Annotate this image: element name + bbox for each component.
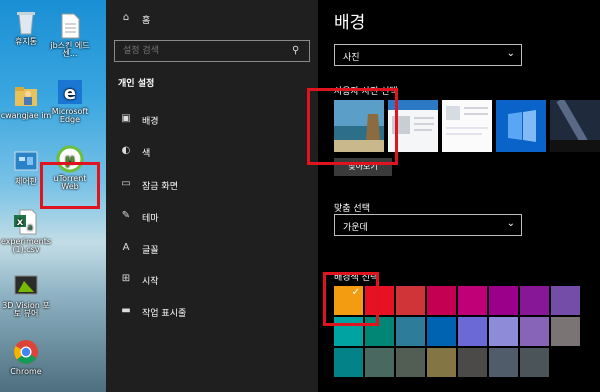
color-swatch[interactable]: [458, 286, 487, 315]
desktop-icon-label: experiments (1).csv: [0, 237, 52, 255]
theme-icon: ✎: [121, 210, 131, 221]
nav-item-start[interactable]: ⊞ 시작: [118, 273, 159, 287]
nav-home[interactable]: ⌂ 홈: [118, 12, 150, 26]
home-icon: ⌂: [122, 12, 130, 23]
color-swatch[interactable]: [520, 317, 549, 346]
svg-text:a: a: [27, 223, 33, 233]
palette-icon: ◐: [121, 145, 131, 156]
nav-item-label: 테마: [142, 213, 159, 224]
svg-text:µ: µ: [65, 153, 75, 168]
color-swatch[interactable]: [551, 348, 580, 377]
desktop-icon-label: 휴지통: [14, 37, 38, 46]
svg-text:x: x: [17, 217, 24, 228]
color-swatch[interactable]: [520, 286, 549, 315]
choose-picture-label: 사용자 사진 선택: [334, 87, 398, 97]
nav-item-taskbar[interactable]: ▬ 작업 표시줄: [118, 305, 186, 319]
color-swatch[interactable]: [365, 286, 394, 315]
lock-screen-icon: ▭: [121, 178, 131, 189]
fit-label: 맞춤 선택: [334, 204, 370, 214]
chevron-down-icon: ⌄: [506, 218, 515, 229]
nav-item-label: 잠금 화면: [142, 181, 178, 192]
color-swatch[interactable]: [334, 317, 363, 346]
desktop-icon-label: 3D Vision 포토 뷰어: [2, 301, 50, 319]
color-swatch[interactable]: [427, 317, 456, 346]
settings-nav: ⌂ 홈 ⚲ 개인 설정 ▣ 배경 ◐ 색 ▭ 잠금 화면 ✎ 테마 A 글꼴 ⊞…: [106, 0, 318, 392]
color-swatch[interactable]: [427, 348, 456, 377]
picture-thumb-2[interactable]: [388, 100, 438, 152]
start-icon: ⊞: [121, 273, 131, 284]
desktop-icon-label: 제어판: [14, 177, 38, 186]
desktop-icon-edge[interactable]: e Microsoft Edge: [44, 78, 96, 125]
desktop-icon-file[interactable]: jb스킨 에드센...: [44, 12, 96, 59]
taskbar-icon: ▬: [121, 305, 131, 316]
3d-vision-icon: [12, 272, 40, 300]
desktop-icon-3d-vision[interactable]: 3D Vision 포토 뷰어: [0, 272, 52, 319]
recycle-bin-icon: [12, 8, 40, 36]
picture-thumb-4[interactable]: [496, 100, 546, 152]
picture-icon: ▣: [121, 113, 131, 124]
color-swatch[interactable]: [489, 348, 518, 377]
nav-item-colors[interactable]: ◐ 색: [118, 145, 151, 159]
picture-thumb-5[interactable]: [550, 100, 600, 152]
color-swatch[interactable]: [520, 348, 549, 377]
color-swatch[interactable]: [365, 348, 394, 377]
nav-section-title: 개인 설정: [118, 79, 155, 89]
nav-item-label: 글꼴: [142, 245, 159, 256]
desktop-icon-label: jb스킨 에드센...: [50, 41, 90, 59]
background-settings-pane: 배경 사진 ⌄ 사용자 사진 선택 찾아보기 맞춤 선택 가운데 ⌄ 배경색 선…: [318, 0, 600, 392]
desktop-icon-excel[interactable]: xa experiments (1).csv: [0, 208, 52, 255]
nav-item-background[interactable]: ▣ 배경: [118, 113, 159, 127]
color-swatch[interactable]: [334, 348, 363, 377]
search-icon[interactable]: ⚲: [292, 45, 304, 57]
desktop-icon-label: Chrome: [10, 367, 42, 376]
color-swatch[interactable]: [551, 286, 580, 315]
color-swatch[interactable]: [427, 286, 456, 315]
search-input[interactable]: [114, 40, 310, 62]
nav-item-label: 작업 표시줄: [142, 308, 187, 319]
desktop-icon-label: uTorrent Web: [53, 174, 87, 192]
color-swatch[interactable]: [396, 286, 425, 315]
file-icon: [56, 12, 84, 40]
utorrent-icon: µ: [56, 145, 84, 173]
color-swatch[interactable]: [365, 317, 394, 346]
excel-icon: xa: [12, 208, 40, 236]
nav-item-label: 시작: [142, 276, 159, 287]
background-color-label: 배경색 선택: [334, 273, 379, 283]
color-swatch[interactable]: [458, 317, 487, 346]
desktop-icon-chrome[interactable]: Chrome: [0, 338, 52, 376]
nav-home-label: 홈: [142, 15, 151, 26]
edge-icon: e: [56, 78, 84, 106]
color-swatch[interactable]: [489, 317, 518, 346]
picture-thumb-1[interactable]: [334, 100, 384, 152]
desktop: 휴지통 jb스킨 에드센... cwangjae im e Microsoft …: [0, 0, 106, 392]
svg-text:e: e: [64, 83, 76, 104]
background-type-dropdown[interactable]: 사진 ⌄: [334, 44, 522, 66]
nav-item-lock-screen[interactable]: ▭ 잠금 화면: [118, 178, 178, 192]
fit-dropdown[interactable]: 가운데 ⌄: [334, 214, 522, 236]
picture-thumb-3[interactable]: [442, 100, 492, 152]
color-swatch-selected[interactable]: ✓: [334, 286, 363, 315]
color-swatch[interactable]: [551, 317, 580, 346]
user-folder-icon: [12, 82, 40, 110]
control-panel-icon: [12, 148, 40, 176]
chrome-icon: [12, 338, 40, 366]
nav-item-label: 배경: [142, 116, 159, 127]
nav-item-label: 색: [142, 148, 151, 159]
desktop-icon-utorrent[interactable]: µ uTorrent Web: [44, 145, 96, 192]
nav-item-themes[interactable]: ✎ 테마: [118, 210, 159, 224]
page-title: 배경: [334, 13, 366, 33]
nav-item-fonts[interactable]: A 글꼴: [118, 242, 159, 256]
color-swatch[interactable]: [396, 317, 425, 346]
desktop-icon-label: Microsoft Edge: [51, 107, 89, 125]
chevron-down-icon: ⌄: [506, 48, 515, 59]
color-swatch[interactable]: [489, 286, 518, 315]
color-swatch[interactable]: [396, 348, 425, 377]
checkmark-icon: ✓: [351, 287, 360, 298]
browse-button[interactable]: 찾아보기: [334, 158, 392, 176]
font-icon: A: [122, 242, 130, 253]
color-swatch[interactable]: [458, 348, 487, 377]
